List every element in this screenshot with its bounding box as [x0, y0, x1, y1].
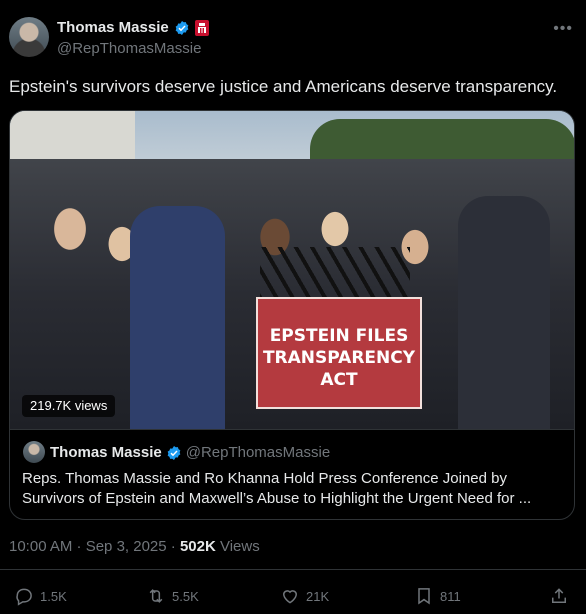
podium-text: EPSTEIN FILES TRANSPARENCY ACT — [262, 326, 416, 390]
verified-badge-icon — [175, 20, 189, 35]
quoted-card[interactable]: EPSTEIN FILES TRANSPARENCY ACT 219.7K vi… — [9, 110, 575, 520]
bookmark-button[interactable]: 811 — [414, 586, 461, 606]
quote-verified-badge-icon — [167, 445, 181, 460]
video-views-badge: 219.7K views — [22, 395, 116, 417]
speaker-left — [130, 206, 225, 429]
speaker-right — [458, 196, 550, 429]
author-avatar[interactable] — [9, 17, 49, 57]
author-name-row: Thomas Massie — [57, 19, 209, 36]
bookmark-icon — [418, 588, 430, 605]
quote-body[interactable]: Thomas Massie @RepThomasMassie Reps. Tho… — [10, 429, 574, 519]
divider — [0, 569, 586, 570]
reply-count: 1.5K — [40, 588, 67, 604]
video-thumbnail[interactable]: EPSTEIN FILES TRANSPARENCY ACT 219.7K vi… — [10, 111, 574, 429]
like-count: 21K — [306, 588, 330, 604]
bookmark-count: 811 — [440, 588, 461, 604]
tweet-text: Epstein's survivors deserve justice and … — [9, 77, 558, 96]
reply-button[interactable]: 1.5K — [14, 586, 67, 606]
reply-icon — [16, 588, 32, 606]
repost-icon — [149, 589, 163, 603]
tweet-view-count: 502K — [179, 538, 216, 555]
more-options-icon[interactable]: ••• — [553, 20, 573, 38]
quote-author-name: Thomas Massie — [50, 444, 162, 461]
repost-count: 5.5K — [172, 588, 199, 604]
quote-avatar — [23, 441, 45, 463]
tweet-meta: 10:00 AM · Sep 3, 2025 · 502K Views — [9, 538, 260, 555]
repost-button[interactable]: 5.5K — [146, 586, 199, 606]
podium-sign: EPSTEIN FILES TRANSPARENCY ACT — [256, 297, 422, 409]
tweet-views-label: Views — [215, 538, 260, 555]
action-bar: 1.5K 5.5K 21K 811 — [0, 586, 586, 612]
share-button[interactable] — [549, 586, 569, 606]
government-badge-icon — [194, 19, 209, 36]
share-icon — [552, 588, 566, 603]
tweet-header: Thomas Massie @RepThomasMassie ••• — [9, 16, 577, 60]
like-button[interactable]: 21K — [280, 586, 329, 606]
author-handle[interactable]: @RepThomasMassie — [57, 40, 201, 57]
heart-icon — [282, 590, 298, 604]
author-name[interactable]: Thomas Massie — [57, 19, 169, 36]
quote-author-handle: @RepThomasMassie — [185, 444, 331, 461]
quote-text: Reps. Thomas Massie and Ro Khanna Hold P… — [22, 470, 532, 507]
tweet-timestamp[interactable]: 10:00 AM · Sep 3, 2025 · — [9, 538, 180, 555]
microphones — [260, 247, 410, 301]
quote-author-row: Thomas Massie @RepThomasMassie — [50, 444, 330, 461]
